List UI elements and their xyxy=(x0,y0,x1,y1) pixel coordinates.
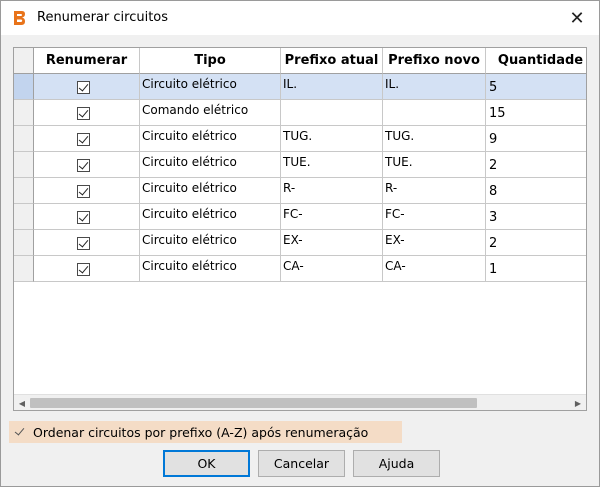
cell-quantidade[interactable]: 15 xyxy=(486,100,586,126)
renumerar-dialog: Renumerar circuitos ✕ Renumerar Tipo Pre… xyxy=(0,0,600,487)
row-indicator[interactable] xyxy=(14,178,34,204)
cell-renumerar xyxy=(34,230,140,256)
cell-tipo[interactable]: Circuito elétrico xyxy=(140,178,281,204)
cell-prefixo-novo[interactable] xyxy=(383,100,486,126)
cell-tipo[interactable]: Circuito elétrico xyxy=(140,74,281,100)
renumerar-checkbox[interactable] xyxy=(77,133,90,146)
sort-checkbox[interactable] xyxy=(13,426,26,439)
cell-prefixo-atual[interactable]: TUG. xyxy=(281,126,383,152)
table-row[interactable]: Circuito elétrico EX- EX- 2 xyxy=(14,230,586,256)
table-row[interactable]: Circuito elétrico FC- FC- 3 xyxy=(14,204,586,230)
row-indicator[interactable] xyxy=(14,74,34,100)
cell-tipo[interactable]: Comando elétrico xyxy=(140,100,281,126)
cell-prefixo-novo[interactable]: TUE. xyxy=(383,152,486,178)
cell-renumerar xyxy=(34,100,140,126)
renumerar-checkbox[interactable] xyxy=(77,237,90,250)
close-icon: ✕ xyxy=(569,7,585,29)
scroll-left-icon[interactable]: ◀ xyxy=(16,397,28,409)
header-prefixo-atual[interactable]: Prefixo atual xyxy=(281,48,383,74)
help-button[interactable]: Ajuda xyxy=(353,450,440,477)
cell-prefixo-atual[interactable]: TUE. xyxy=(281,152,383,178)
row-indicator[interactable] xyxy=(14,100,34,126)
cell-renumerar xyxy=(34,152,140,178)
cancel-button[interactable]: Cancelar xyxy=(258,450,345,477)
cell-renumerar xyxy=(34,204,140,230)
cell-tipo[interactable]: Circuito elétrico xyxy=(140,256,281,282)
header-tipo[interactable]: Tipo xyxy=(140,48,281,74)
cell-quantidade[interactable]: 9 xyxy=(486,126,586,152)
renumerar-checkbox[interactable] xyxy=(77,159,90,172)
cell-quantidade[interactable]: 8 xyxy=(486,178,586,204)
cell-tipo[interactable]: Circuito elétrico xyxy=(140,204,281,230)
cell-prefixo-atual[interactable]: EX- xyxy=(281,230,383,256)
table-row[interactable]: Comando elétrico 15 xyxy=(14,100,586,126)
horizontal-scrollbar[interactable]: ◀ ▶ xyxy=(14,394,586,410)
cell-prefixo-novo[interactable]: FC- xyxy=(383,204,486,230)
cell-prefixo-atual[interactable]: IL. xyxy=(281,74,383,100)
table-row[interactable]: Circuito elétrico R- R- 8 xyxy=(14,178,586,204)
cell-quantidade[interactable]: 1 xyxy=(486,256,586,282)
cell-renumerar xyxy=(34,74,140,100)
grid-header-row: Renumerar Tipo Prefixo atual Prefixo nov… xyxy=(14,48,586,74)
cell-tipo[interactable]: Circuito elétrico xyxy=(140,152,281,178)
cell-quantidade[interactable]: 3 xyxy=(486,204,586,230)
renumerar-checkbox[interactable] xyxy=(77,81,90,94)
cell-prefixo-atual[interactable]: R- xyxy=(281,178,383,204)
cell-prefixo-novo[interactable]: IL. xyxy=(383,74,486,100)
row-indicator[interactable] xyxy=(14,126,34,152)
title-bar: Renumerar circuitos ✕ xyxy=(1,1,599,35)
header-quantidade[interactable]: Quantidade xyxy=(486,48,586,74)
cell-renumerar xyxy=(34,126,140,152)
ok-button[interactable]: OK xyxy=(163,450,250,477)
table-row[interactable]: Circuito elétrico CA- CA- 1 xyxy=(14,256,586,282)
table-row[interactable]: Circuito elétrico TUE. TUE. 2 xyxy=(14,152,586,178)
row-indicator[interactable] xyxy=(14,152,34,178)
circuits-grid[interactable]: Renumerar Tipo Prefixo atual Prefixo nov… xyxy=(13,47,587,411)
row-indicator[interactable] xyxy=(14,204,34,230)
close-button[interactable]: ✕ xyxy=(555,1,599,35)
cell-tipo[interactable]: Circuito elétrico xyxy=(140,126,281,152)
header-renumerar[interactable]: Renumerar xyxy=(34,48,140,74)
scroll-right-icon[interactable]: ▶ xyxy=(572,397,584,409)
cell-renumerar xyxy=(34,256,140,282)
cell-quantidade[interactable]: 2 xyxy=(486,152,586,178)
header-indicator xyxy=(14,48,34,74)
cell-renumerar xyxy=(34,178,140,204)
app-logo-icon xyxy=(14,11,25,25)
table-row[interactable]: Circuito elétrico TUG. TUG. 9 xyxy=(14,126,586,152)
row-indicator[interactable] xyxy=(14,256,34,282)
cell-prefixo-novo[interactable]: EX- xyxy=(383,230,486,256)
sort-option-label: Ordenar circuitos por prefixo (A-Z) após… xyxy=(33,425,369,440)
cell-prefixo-atual[interactable]: FC- xyxy=(281,204,383,230)
cell-prefixo-novo[interactable]: TUG. xyxy=(383,126,486,152)
window-title: Renumerar circuitos xyxy=(37,10,169,25)
grid-content: Renumerar Tipo Prefixo atual Prefixo nov… xyxy=(14,48,586,394)
sort-option[interactable]: Ordenar circuitos por prefixo (A-Z) após… xyxy=(9,421,402,443)
cell-prefixo-novo[interactable]: R- xyxy=(383,178,486,204)
renumerar-checkbox[interactable] xyxy=(77,211,90,224)
cell-quantidade[interactable]: 5 xyxy=(486,74,586,100)
header-prefixo-novo[interactable]: Prefixo novo xyxy=(383,48,486,74)
row-indicator[interactable] xyxy=(14,230,34,256)
renumerar-checkbox[interactable] xyxy=(77,107,90,120)
cell-prefixo-atual[interactable] xyxy=(281,100,383,126)
cell-tipo[interactable]: Circuito elétrico xyxy=(140,230,281,256)
cell-prefixo-novo[interactable]: CA- xyxy=(383,256,486,282)
renumerar-checkbox[interactable] xyxy=(77,263,90,276)
cell-prefixo-atual[interactable]: CA- xyxy=(281,256,383,282)
cell-quantidade[interactable]: 2 xyxy=(486,230,586,256)
renumerar-checkbox[interactable] xyxy=(77,185,90,198)
table-row[interactable]: Circuito elétrico IL. IL. 5 xyxy=(14,74,586,100)
scroll-thumb[interactable] xyxy=(30,398,477,408)
